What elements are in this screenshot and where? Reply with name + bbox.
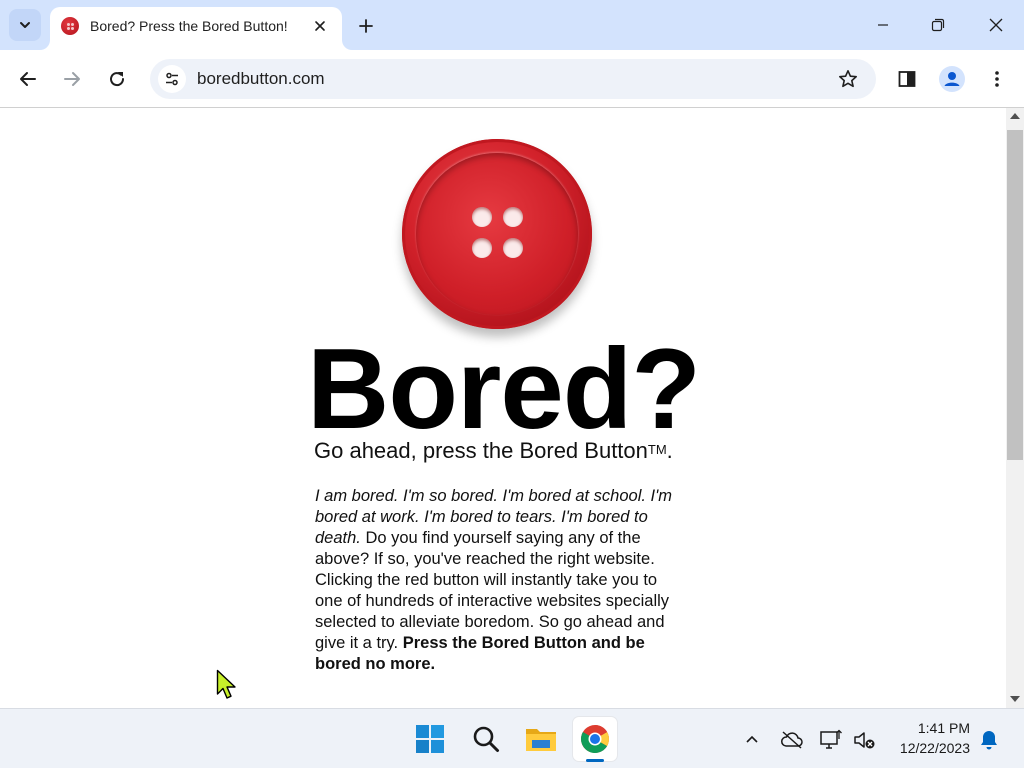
show-hidden-icons-button[interactable] [739, 727, 765, 753]
page-tagline: Go ahead, press the Bored ButtonTM. [314, 438, 673, 464]
clock-time[interactable]: 1:41 PM [900, 720, 970, 736]
close-icon [315, 21, 325, 31]
url-text[interactable]: boredbutton.com [197, 69, 325, 89]
chrome-icon [581, 725, 609, 753]
new-tab-button[interactable] [352, 12, 380, 40]
minimize-icon [878, 24, 888, 26]
scroll-up-arrow-icon[interactable] [1010, 113, 1020, 119]
page-description: I am bored. I'm so bored. I'm bored at s… [315, 486, 687, 675]
arrow-right-icon [64, 72, 80, 86]
active-app-indicator [586, 759, 604, 762]
tagline-end: . [666, 438, 673, 463]
tab-close-button[interactable] [309, 15, 331, 37]
chevron-up-icon [746, 735, 758, 743]
windows-taskbar: 1:41 PM 12/22/2023 [0, 708, 1024, 768]
tune-icon [166, 72, 178, 86]
page-headline: Bored? [307, 326, 701, 453]
page-scrollbar[interactable] [1006, 108, 1024, 708]
avatar-icon [939, 66, 965, 92]
volume-tray-button[interactable] [851, 727, 877, 753]
side-panel-button[interactable] [890, 62, 924, 96]
bored-button-favicon-icon [61, 17, 79, 35]
windows-logo-icon [416, 725, 444, 753]
network-monitor-icon [820, 729, 842, 749]
button-hole [472, 238, 492, 258]
tagline-text: Go ahead, press the Bored Button [314, 438, 648, 463]
taskbar-search-button[interactable] [464, 717, 508, 761]
button-hole [503, 207, 523, 227]
browser-titlebar: Bored? Press the Bored Button! [0, 0, 1024, 50]
star-icon [839, 70, 857, 88]
button-rim [416, 153, 578, 315]
chrome-taskbar-button[interactable] [573, 717, 617, 761]
forward-button[interactable] [55, 62, 89, 96]
profile-button[interactable] [935, 62, 969, 96]
trademark-symbol: TM [647, 442, 667, 457]
button-hole [503, 238, 523, 258]
bookmark-button[interactable] [836, 67, 860, 91]
search-icon [473, 726, 499, 752]
close-window-button[interactable] [973, 8, 1019, 42]
mouse-pointer-icon [216, 669, 236, 699]
file-explorer-button[interactable] [519, 717, 563, 761]
restore-icon [931, 18, 945, 32]
side-panel-icon [898, 71, 916, 87]
reload-icon [110, 72, 125, 87]
menu-button[interactable] [980, 62, 1014, 96]
reload-button[interactable] [100, 62, 134, 96]
network-tray-button[interactable] [818, 727, 844, 753]
scroll-down-arrow-icon[interactable] [1010, 696, 1020, 702]
address-bar[interactable]: boredbutton.com [150, 59, 876, 99]
clock-date[interactable]: 12/22/2023 [884, 740, 970, 756]
cloud-offline-icon [781, 731, 803, 749]
close-icon [989, 18, 1003, 32]
more-vert-icon [995, 71, 999, 87]
button-hole [472, 207, 492, 227]
bell-icon [981, 731, 997, 750]
browser-tab-active[interactable]: Bored? Press the Bored Button! [50, 7, 342, 50]
page-viewport: Bored? Go ahead, press the Bored ButtonT… [0, 108, 1007, 708]
start-button[interactable] [408, 717, 452, 761]
folder-icon [526, 729, 556, 751]
restore-button[interactable] [915, 8, 961, 42]
speaker-muted-icon [854, 732, 875, 749]
onedrive-tray-button[interactable] [779, 727, 805, 753]
minimize-button[interactable] [860, 8, 906, 42]
notifications-button[interactable] [976, 727, 1002, 753]
arrow-left-icon [20, 72, 36, 86]
site-info-button[interactable] [158, 65, 186, 93]
tab-search-button[interactable] [9, 9, 41, 41]
back-button[interactable] [11, 62, 45, 96]
chevron-down-icon [20, 22, 30, 28]
scrollbar-thumb[interactable] [1007, 130, 1023, 460]
plus-icon [359, 19, 373, 33]
tab-title: Bored? Press the Bored Button! [90, 18, 288, 34]
browser-toolbar: boredbutton.com [0, 50, 1024, 108]
bored-button[interactable] [402, 139, 592, 329]
